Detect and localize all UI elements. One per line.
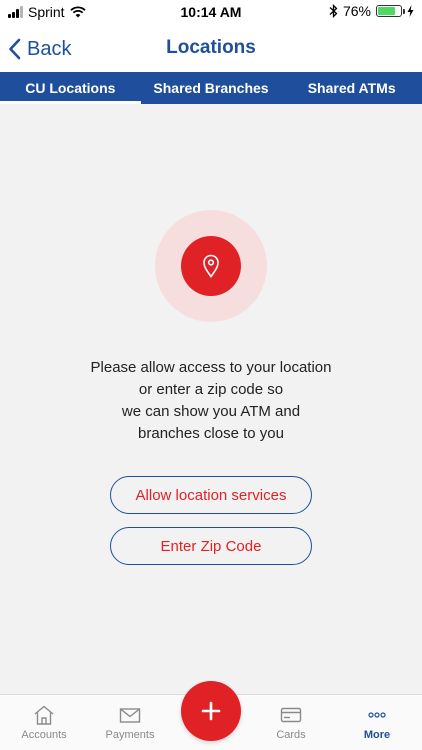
message-line: Please allow access to your location xyxy=(90,359,332,376)
tab-shared-branches[interactable]: Shared Branches xyxy=(141,72,282,104)
allow-location-button[interactable]: Allow location services xyxy=(110,476,312,514)
tab-payments[interactable]: Payments xyxy=(88,705,172,741)
battery-percent: 76% xyxy=(342,3,371,19)
message-line: we can show you ATM and xyxy=(121,403,301,420)
bluetooth-icon xyxy=(329,4,338,18)
page-title: Locations xyxy=(166,37,256,58)
status-right: 76% xyxy=(329,3,414,19)
tab-cu-locations[interactable]: CU Locations xyxy=(0,72,141,104)
location-tabs: CU Locations Shared Branches Shared ATMs xyxy=(0,72,422,104)
envelope-icon xyxy=(119,708,141,723)
tab-label: Cards xyxy=(276,729,306,741)
tab-label: Payments xyxy=(105,729,155,741)
location-permission-message: Please allow access to your location or … xyxy=(40,357,382,445)
card-icon xyxy=(280,707,302,723)
tab-label: Accounts xyxy=(21,729,67,741)
status-bar: Sprint 10:14 AM 76% xyxy=(0,0,422,26)
location-pin-icon xyxy=(181,236,241,296)
more-icon xyxy=(368,712,386,718)
charging-icon xyxy=(407,5,414,17)
enter-zip-code-button[interactable]: Enter Zip Code xyxy=(110,527,312,565)
add-button[interactable] xyxy=(181,681,241,741)
message-line: or enter a zip code so xyxy=(138,381,284,398)
nav-bar: Back Locations xyxy=(0,26,422,72)
main-content: Please allow access to your location or … xyxy=(0,104,422,694)
home-icon xyxy=(34,705,54,725)
tab-label: More xyxy=(363,729,391,741)
tab-accounts[interactable]: Accounts xyxy=(2,705,86,741)
tab-cards[interactable]: Cards xyxy=(249,705,333,741)
tab-more[interactable]: More xyxy=(335,705,419,741)
plus-icon xyxy=(201,701,221,721)
battery-icon xyxy=(376,5,405,17)
message-line: branches close to you xyxy=(138,425,284,442)
tab-shared-atms[interactable]: Shared ATMs xyxy=(281,72,422,104)
